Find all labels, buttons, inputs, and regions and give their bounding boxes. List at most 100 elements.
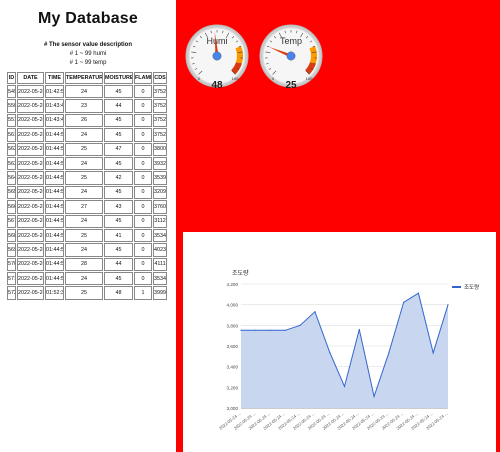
- table-cell: 2022-05-24: [17, 228, 44, 243]
- table-cell: 1: [134, 286, 152, 300]
- table-cell: 42: [104, 171, 133, 185]
- temp-gauge-dial: Temp 0 100 25: [259, 24, 323, 91]
- table-cell: 26: [65, 113, 103, 128]
- table-cell: 0: [134, 228, 152, 243]
- table-cell: 2022-05-24: [17, 272, 44, 286]
- data-point: [240, 329, 242, 331]
- table-cell: 45: [104, 128, 133, 142]
- table-cell: 3760: [153, 200, 167, 214]
- table-cell: 45: [104, 156, 133, 171]
- gauge-hub: [212, 51, 222, 61]
- gauge-max-label: 100: [306, 76, 313, 81]
- table-cell: 2022-05-24: [17, 171, 44, 185]
- table-cell: 01:44:55: [45, 128, 64, 142]
- table-cell: 01:44:55: [45, 272, 64, 286]
- table-cell: 25: [65, 286, 103, 300]
- table-cell: 2022-05-24: [17, 214, 44, 228]
- data-point: [432, 352, 434, 354]
- table-cell: 0: [134, 243, 152, 257]
- table-cell: 24: [65, 185, 103, 200]
- table-cell: 564: [7, 171, 16, 185]
- table-cell: 41: [104, 228, 133, 243]
- data-point: [314, 311, 316, 313]
- column-header: MOISTURE: [104, 72, 133, 84]
- table-cell: 01:44:55: [45, 214, 64, 228]
- page-title: My Database: [37, 10, 139, 27]
- table-cell: 3209: [153, 185, 167, 200]
- table-cell: 551: [7, 113, 16, 128]
- table-cell: 569: [7, 243, 16, 257]
- table-cell: 0: [134, 142, 152, 156]
- table-cell: 3999: [153, 286, 167, 300]
- y-tick-label: 4,000: [227, 303, 239, 308]
- gauge-value: 25: [285, 80, 297, 91]
- table-cell: 24: [65, 85, 103, 99]
- temp-gauge: Temp 0 100 25: [259, 6, 323, 102]
- table-cell: 2022-05-24: [17, 257, 44, 272]
- table-cell: 23: [65, 99, 103, 113]
- table-cell: 0: [134, 85, 152, 99]
- table-cell: 3752: [153, 99, 167, 113]
- table-cell: 45: [104, 113, 133, 128]
- gauge-max-label: 100: [232, 76, 239, 81]
- gauge-label: Temp: [280, 36, 302, 46]
- table-cell: 2022-05-24: [17, 85, 44, 99]
- table-cell: 2022-05-24: [17, 200, 44, 214]
- temp-range-note: # 1 ~ 99 temp: [69, 60, 107, 66]
- column-header: DATE: [17, 72, 44, 84]
- humi-gauge-dial: Humi 0 100 48: [185, 24, 249, 91]
- table-row: 5642022-05-2401:44:55254203539: [7, 171, 167, 185]
- table-cell: 45: [104, 272, 133, 286]
- table-cell: 4023: [153, 243, 167, 257]
- table-cell: 2022-05-24: [17, 113, 44, 128]
- gauge-hub: [286, 51, 296, 61]
- data-point: [299, 324, 301, 326]
- data-point: [269, 329, 272, 331]
- data-point: [284, 329, 286, 331]
- table-cell: 2022-05-24: [17, 99, 44, 113]
- data-point: [403, 301, 405, 303]
- table-cell: 44: [104, 99, 133, 113]
- chart-panel: 조도량 조도량 3,000 3,200 3,400 3,600 3,800 4,000 4,…: [176, 224, 500, 452]
- table-cell: 24: [65, 128, 103, 142]
- table-cell: 24: [65, 156, 103, 171]
- table-cell: 0: [134, 185, 152, 200]
- area-fill: [241, 293, 448, 408]
- table-row: 5622022-05-2401:44:55254703800: [7, 142, 167, 156]
- column-header: TEMPERATURE: [65, 72, 103, 84]
- table-cell: 0: [134, 257, 152, 272]
- table-cell: 45: [104, 85, 133, 99]
- database-panel: My Database # The sensor value descripti…: [0, 0, 176, 452]
- table-cell: 549: [7, 85, 16, 99]
- table-cell: 01:44:55: [45, 228, 64, 243]
- table-cell: 3752: [153, 113, 167, 128]
- table-cell: 3534: [153, 272, 167, 286]
- table-cell: 2022-05-24: [17, 286, 44, 300]
- table-cell: 44: [104, 257, 133, 272]
- table-cell: 561: [7, 128, 16, 142]
- table-cell: 25: [65, 171, 103, 185]
- table-cell: 01:44:55: [45, 171, 64, 185]
- table-header-row: ID DATE TIME TEMPERATURE MOISTURE FLAME …: [7, 72, 167, 84]
- data-point: [388, 352, 390, 354]
- table-cell: 01:43:45: [45, 113, 64, 128]
- table-row: 5712022-05-2401:44:55244503534: [7, 272, 167, 286]
- table-cell: 2022-05-24: [17, 142, 44, 156]
- table-cell: 45: [104, 185, 133, 200]
- table-cell: 550: [7, 99, 16, 113]
- table-cell: 0: [134, 200, 152, 214]
- table-cell: 565: [7, 185, 16, 200]
- y-tick-label: 3,600: [227, 344, 239, 349]
- gauge-label: Humi: [206, 36, 227, 46]
- table-cell: 2022-05-24: [17, 156, 44, 171]
- table-row: 5682022-05-2401:44:55254103534: [7, 228, 167, 243]
- gauge-value: 48: [211, 80, 223, 91]
- table-cell: 568: [7, 228, 16, 243]
- table-cell: 0: [134, 99, 152, 113]
- table-cell: 25: [65, 142, 103, 156]
- table-cell: 01:44:55: [45, 257, 64, 272]
- table-cell: 01:43:44: [45, 99, 64, 113]
- table-cell: 47: [104, 142, 133, 156]
- table-cell: 566: [7, 200, 16, 214]
- table-cell: 572: [7, 286, 16, 300]
